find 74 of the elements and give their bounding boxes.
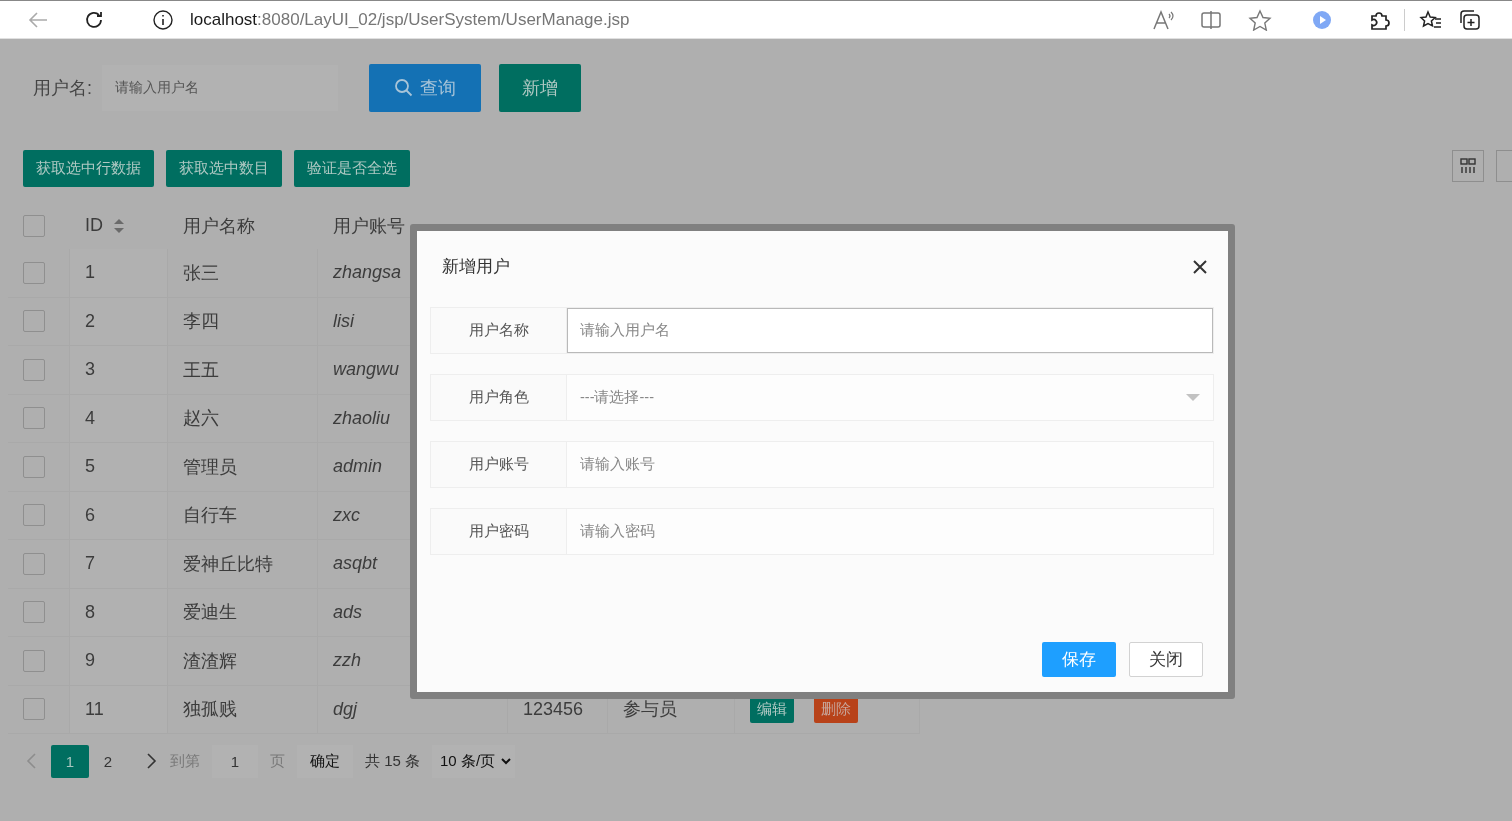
table-cell-text: 爱神丘比特 — [183, 552, 273, 576]
table-cell: wangwu — [333, 359, 400, 381]
column-header: ID — [85, 215, 103, 236]
table-cell-text: 李四 — [183, 310, 219, 334]
table-cell-text: 独孤贱 — [183, 698, 237, 722]
back-arrow-icon[interactable] — [27, 9, 49, 30]
row-checkbox[interactable] — [23, 310, 45, 333]
play-circle-icon[interactable] — [1312, 9, 1332, 30]
table-cell: ads — [333, 601, 363, 623]
table-cell: zhaoliu — [333, 407, 391, 429]
table-cell-text: 张三 — [183, 261, 219, 285]
row-checkbox[interactable] — [23, 504, 45, 527]
next-page-icon[interactable] — [144, 753, 158, 769]
address-text[interactable]: localhost:8080/LayUI_02/jsp/UserSystem/UserManage.jsp — [190, 9, 630, 30]
table-cell: 11 — [85, 698, 104, 720]
chevron-down-icon — [501, 757, 512, 765]
favorites-icon[interactable] — [1419, 8, 1443, 31]
table-cell: asqbt — [333, 553, 378, 575]
table-cell-text: 赵六 — [183, 407, 219, 431]
table-cell: zxc — [333, 504, 360, 526]
table-cell: 6 — [85, 504, 95, 526]
toolbar-button[interactable]: 验证是否全选 — [294, 150, 410, 187]
table-cell: 2 — [85, 310, 95, 332]
table-cell-text: 渣渣辉 — [183, 649, 237, 673]
close-dialog-button[interactable]: 关闭 — [1129, 642, 1203, 677]
page-number[interactable]: 2 — [89, 744, 127, 778]
dialog-title: 新增用户 — [442, 256, 510, 278]
columns-icon — [1460, 158, 1476, 174]
columns-button[interactable] — [1452, 150, 1484, 182]
total-count: 共 15 条 — [365, 751, 421, 771]
search-icon — [394, 78, 414, 98]
table-cell: 9 — [85, 650, 95, 672]
sort-icon[interactable] — [113, 217, 125, 234]
close-button[interactable] — [1192, 258, 1208, 275]
toolbar-button[interactable]: 获取选中数目 — [166, 150, 282, 187]
table-cell: zhangsa — [333, 262, 402, 284]
table-cell: 8 — [85, 601, 95, 623]
table-cell: 1 — [85, 262, 95, 284]
table-cell: lisi — [333, 310, 354, 332]
table-cell: 5 — [85, 456, 95, 478]
column-header: 用户名称 — [183, 214, 255, 238]
table-cell-text: 自行车 — [183, 504, 237, 528]
table-cell: admin — [333, 456, 383, 478]
row-checkbox[interactable] — [23, 649, 45, 672]
table-cell: zzh — [333, 650, 361, 672]
search-button[interactable]: 查询 — [369, 64, 481, 112]
info-icon[interactable] — [152, 8, 174, 31]
close-icon — [1192, 258, 1208, 275]
save-button[interactable]: 保存 — [1042, 642, 1116, 677]
add-button[interactable]: 新增 — [499, 64, 581, 112]
star-icon[interactable] — [1248, 8, 1272, 31]
row-checkbox[interactable] — [23, 552, 45, 575]
toolbar-button[interactable]: 获取选中行数据 — [23, 150, 154, 187]
table-cell-text: 参与员 — [623, 698, 677, 722]
row-checkbox[interactable] — [23, 455, 45, 478]
table-cell: 7 — [85, 553, 95, 575]
column-header: 用户账号 — [333, 214, 405, 238]
table-cell-text: 王五 — [183, 358, 219, 382]
read-aloud-icon[interactable] — [1152, 8, 1176, 31]
page-number[interactable]: 1 — [51, 744, 89, 778]
row-checkbox[interactable] — [23, 261, 45, 284]
table-cell-text: 管理员 — [183, 455, 237, 479]
username-label: 用户名: — [33, 77, 92, 100]
row-checkbox[interactable] — [23, 358, 45, 381]
table-cell-text: 爱迪生 — [183, 601, 237, 625]
row-checkbox[interactable] — [23, 698, 45, 721]
table-cell: 3 — [85, 359, 95, 381]
row-checkbox[interactable] — [23, 214, 45, 237]
row-checkbox[interactable] — [23, 601, 45, 624]
split-screen-icon[interactable] — [1200, 9, 1222, 30]
table-cell: 123456 — [523, 698, 584, 720]
table-cell: dgj — [333, 698, 358, 720]
table-cell: 4 — [85, 407, 95, 429]
row-checkbox[interactable] — [23, 407, 45, 430]
